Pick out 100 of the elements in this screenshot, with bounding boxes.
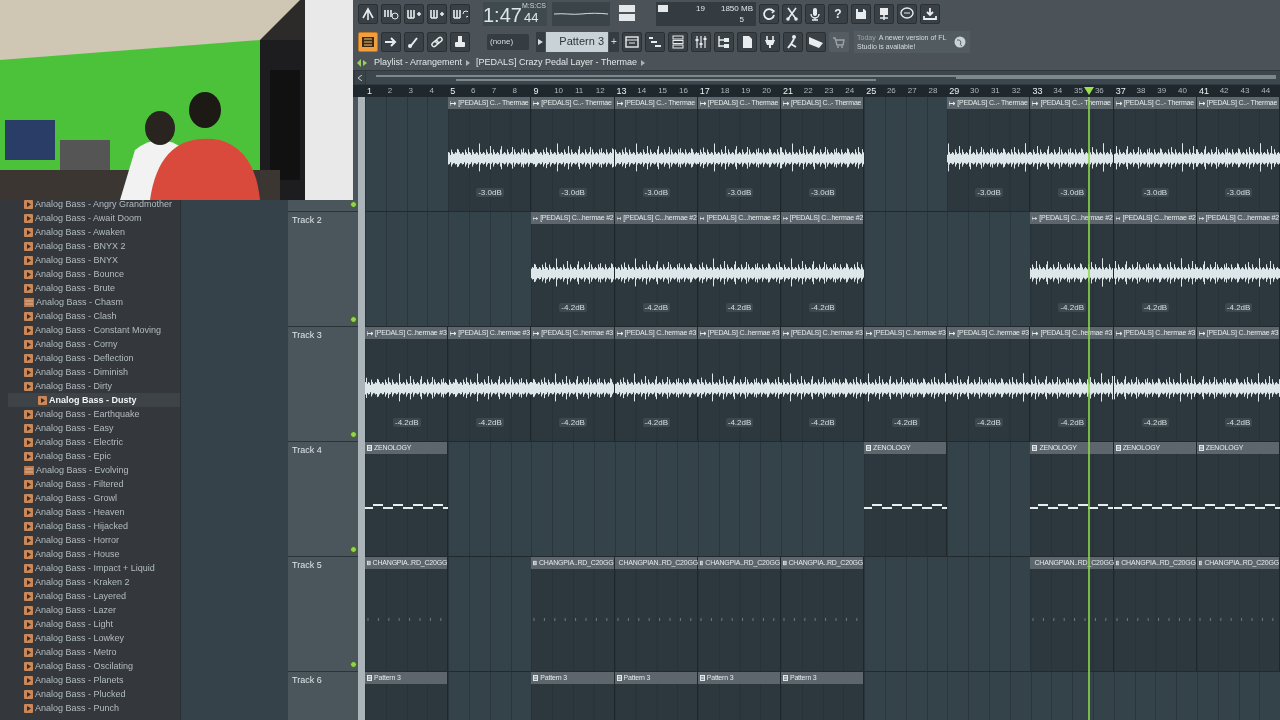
- preset-icon: [24, 521, 33, 531]
- toolbar-button[interactable]: [622, 31, 642, 52]
- pattern-icon: [1115, 560, 1120, 566]
- toolbar-button[interactable]: [782, 4, 802, 24]
- bar-number: 12: [595, 85, 605, 97]
- toolbar-button[interactable]: [358, 31, 378, 52]
- arrow-icon: [367, 330, 373, 336]
- browser-item[interactable]: Analog Bass - Bounce: [0, 267, 180, 281]
- browser-item[interactable]: Analog Bass - Kraken 2: [0, 575, 180, 589]
- track-header[interactable]: Track 4: [288, 442, 358, 557]
- browser-item[interactable]: Analog Bass - Horror: [0, 533, 180, 547]
- arrow-icon: [949, 100, 956, 106]
- add-pattern-button[interactable]: +: [609, 31, 619, 52]
- memory-value: 1850 MB: [720, 4, 753, 13]
- browser-item[interactable]: Analog Bass - BNYX: [0, 253, 180, 267]
- toolbar-button[interactable]: [450, 4, 470, 24]
- browser-item-label: Analog Bass - Angry Grandmother: [35, 198, 173, 210]
- toolbar-button[interactable]: [737, 31, 757, 52]
- browser-item[interactable]: Analog Bass - Angry Grandmother: [0, 197, 180, 211]
- bar-number: 27: [907, 85, 917, 97]
- track-header[interactable]: Track 6: [288, 672, 358, 720]
- toolbar-button[interactable]: [668, 31, 688, 52]
- browser-item-label: Analog Bass - Horror: [35, 534, 120, 546]
- pattern-mode-dropdown[interactable]: (none): [487, 33, 529, 50]
- toolbar-button[interactable]: [404, 31, 424, 52]
- scroll-left-button[interactable]: [355, 71, 365, 84]
- bar-number: 23: [824, 85, 834, 97]
- browser-item[interactable]: Analog Bass - Constant Moving: [0, 323, 180, 337]
- toolbar-button[interactable]: [851, 4, 871, 24]
- toolbar-button[interactable]: [381, 31, 401, 52]
- gain-label: -3.0dB: [476, 188, 504, 197]
- breadcrumb-title[interactable]: Playlist - Arrangement: [374, 55, 463, 70]
- browser-item[interactable]: Analog Bass - Evolving: [0, 463, 180, 477]
- browser-item[interactable]: Analog Bass - Metro: [0, 645, 180, 659]
- toolbar-button[interactable]: [806, 31, 826, 52]
- browser-item[interactable]: Analog Bass - Clash: [0, 309, 180, 323]
- toolbar-button[interactable]: [714, 31, 734, 52]
- breadcrumb-item[interactable]: [PEDALS] Crazy Pedal Layer - Thermae: [476, 55, 637, 70]
- browser-item[interactable]: Analog Bass - Earthquake: [0, 407, 180, 421]
- browser-item[interactable]: Analog Bass - Light: [0, 617, 180, 631]
- browser-item[interactable]: Analog Bass - Lazer: [0, 603, 180, 617]
- preset-icon: [38, 395, 47, 405]
- browser-item[interactable]: Analog Bass - Heaven: [0, 505, 180, 519]
- track-header[interactable]: Track 2: [288, 212, 358, 327]
- browser-item[interactable]: Analog Bass - BNYX 2: [0, 239, 180, 253]
- browser-item[interactable]: Analog Bass - Dirty: [0, 379, 180, 393]
- browser-item[interactable]: Analog Bass - Epic: [0, 449, 180, 463]
- toolbar-button[interactable]: [759, 4, 779, 24]
- browser-item[interactable]: Analog Bass - House: [0, 547, 180, 561]
- mixer-icon: [693, 33, 709, 50]
- browser-item[interactable]: Analog Bass - Filtered: [0, 477, 180, 491]
- browser-item[interactable]: Analog Bass - Lowkey: [0, 631, 180, 645]
- browser-item[interactable]: Analog Bass - Punch: [0, 701, 180, 715]
- browser-item[interactable]: Analog Bass - Growl: [0, 491, 180, 505]
- track-header[interactable]: Track 5: [288, 557, 358, 672]
- pattern-selector[interactable]: Pattern 3: [546, 31, 608, 52]
- browser-item[interactable]: Analog Bass - Brute: [0, 281, 180, 295]
- arrow-icon: [616, 330, 623, 336]
- refresh-icon: [761, 6, 777, 22]
- toolbar-button[interactable]: [760, 31, 780, 52]
- browser-item[interactable]: Analog Bass - Planets: [0, 673, 180, 687]
- bar-number: 9: [533, 85, 539, 97]
- pattern-icon: [782, 560, 787, 566]
- toolbar-button[interactable]: [805, 4, 825, 24]
- toolbar-button[interactable]: [783, 31, 803, 52]
- toolbar-button[interactable]: [450, 31, 470, 52]
- browser-item[interactable]: Analog Bass - Layered: [0, 589, 180, 603]
- browser-item[interactable]: Analog Bass - Await Doom: [0, 211, 180, 225]
- browser-item-label: Analog Bass - Lowkey: [35, 632, 125, 644]
- toolbar-button[interactable]: [691, 31, 711, 52]
- scroll-bar[interactable]: [358, 97, 365, 720]
- browser-item[interactable]: Analog Bass - Impact + Liquid: [0, 561, 180, 575]
- browser-item-label: Analog Bass - Epic: [35, 450, 112, 462]
- browser-item[interactable]: Analog Bass - Oscilating: [0, 659, 180, 673]
- toolbar-button[interactable]: [874, 4, 894, 24]
- toolbar-button[interactable]: [897, 4, 917, 24]
- browser-item[interactable]: Analog Bass - Easy: [0, 421, 180, 435]
- toolbar-button[interactable]: [427, 4, 447, 24]
- browser-item[interactable]: Analog Bass - Chasm: [0, 295, 180, 309]
- browser-item-label: Analog Bass - Heaven: [35, 506, 125, 518]
- toolbar-button[interactable]: [920, 4, 940, 24]
- browser-item[interactable]: Analog Bass - Awaken: [0, 225, 180, 239]
- browser-item[interactable]: Analog Bass - Hijacked: [0, 519, 180, 533]
- browser-item[interactable]: Analog Bass - Corny: [0, 337, 180, 351]
- browser-item[interactable]: Analog Bass - Electric: [0, 435, 180, 449]
- toolbar-button[interactable]: [427, 31, 447, 52]
- browser-item[interactable]: Analog Bass - Diminish: [0, 365, 180, 379]
- help-button[interactable]: ?: [828, 4, 848, 24]
- pattern-prev-button[interactable]: [536, 31, 545, 52]
- track-header[interactable]: Track 3: [288, 327, 358, 442]
- toolbar-button[interactable]: [404, 4, 424, 24]
- toolbar-button[interactable]: [358, 4, 378, 24]
- preset-icon: [24, 451, 33, 461]
- browser-item-label: Analog Bass - Dirty: [35, 380, 113, 392]
- toolbar-button[interactable]: [645, 31, 665, 52]
- browser-item[interactable]: Analog Bass - Plucked: [0, 687, 180, 701]
- bar-number: 14: [637, 85, 647, 97]
- browser-item[interactable]: Analog Bass - Dusty: [8, 393, 180, 407]
- browser-item[interactable]: Analog Bass - Deflection: [0, 351, 180, 365]
- toolbar-button[interactable]: [381, 4, 401, 24]
